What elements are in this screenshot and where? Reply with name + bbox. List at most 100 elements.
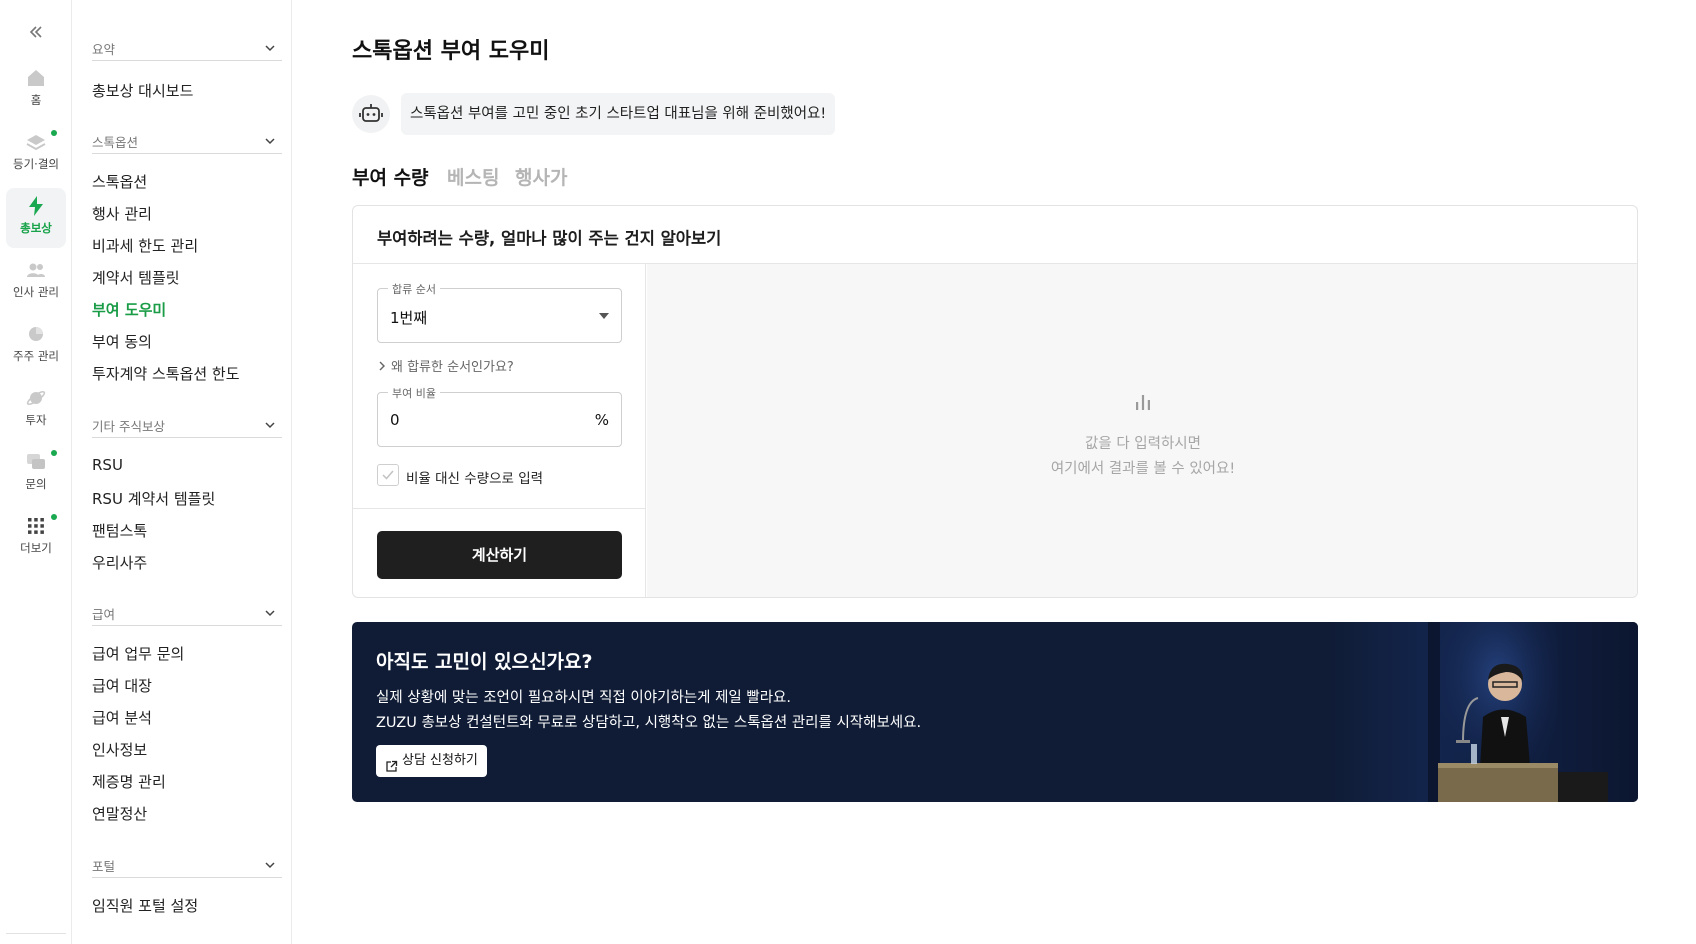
tab-grant-amount[interactable]: 부여 수량 xyxy=(352,163,429,190)
grant-ratio-input[interactable]: 부여 비율 0 % xyxy=(377,385,622,447)
sidebar-item-stock-option[interactable]: 스톡옵션 xyxy=(92,171,147,192)
sidebar-item-certificates[interactable]: 제증명 관리 xyxy=(92,771,166,792)
input-value: 0 xyxy=(390,411,400,429)
banner-text: 실제 상황에 맞는 조언이 필요하시면 직접 이야기하는게 제일 빨라요. xyxy=(376,690,791,706)
collapse-sidebar-icon[interactable] xyxy=(24,22,48,42)
sidebar-item-portal-settings[interactable]: 임직원 포털 설정 xyxy=(92,895,198,916)
chevron-down-icon xyxy=(264,604,276,617)
sidebar-item-payroll-ledger[interactable]: 급여 대장 xyxy=(92,675,152,696)
speaker-photo xyxy=(1328,622,1638,802)
checkbox[interactable] xyxy=(377,464,399,486)
why-join-order-link[interactable]: 왜 합류한 순서인가요? xyxy=(377,356,514,375)
section-header-stock-option[interactable]: 스톡옵션 xyxy=(92,126,282,154)
sidebar-item-tax-exempt-limit[interactable]: 비과세 한도 관리 xyxy=(92,235,198,256)
grid-icon xyxy=(24,514,48,538)
home-icon xyxy=(24,66,48,90)
layers-icon xyxy=(24,130,48,154)
section-title: 요약 xyxy=(92,42,116,57)
divider xyxy=(353,508,646,509)
grant-calculator-card: 부여하려는 수량, 얼마나 많이 주는 건지 알아보기 합류 순서 1번째 왜 … xyxy=(352,205,1638,598)
rail-label: 인사 관리 xyxy=(13,285,59,299)
notification-dot xyxy=(51,450,57,456)
rail-item-investment[interactable]: 투자 xyxy=(6,380,66,440)
rail-label: 주주 관리 xyxy=(13,349,59,363)
cut-off-content xyxy=(352,938,412,944)
section-title: 스톡옵션 xyxy=(92,135,139,150)
notification-dot xyxy=(51,130,57,136)
people-icon xyxy=(24,258,48,282)
consulting-banner: 아직도 고민이 있으신가요? 실제 상황에 맞는 조언이 필요하시면 직접 이야… xyxy=(352,622,1638,802)
divider xyxy=(6,933,66,934)
consult-request-button[interactable]: 상담 신청하기 xyxy=(376,745,487,777)
input-panel: 합류 순서 1번째 왜 합류한 순서인가요? 부여 비율 0 % 비율 대신 수… xyxy=(353,264,646,597)
sidebar-item-contract-template[interactable]: 계약서 템플릿 xyxy=(92,267,180,288)
bar-chart-icon xyxy=(1133,392,1153,412)
chevron-down-icon xyxy=(264,39,276,52)
sidebar-item-rsu[interactable]: RSU xyxy=(92,456,123,474)
rail-label: 총보상 xyxy=(20,221,52,235)
sidebar-item-payroll-analysis[interactable]: 급여 분석 xyxy=(92,707,152,728)
sidebar-item-investment-limit[interactable]: 투자계약 스톡옵션 한도 xyxy=(92,363,240,384)
sub-sidebar: 요약 총보상 대시보드 스톡옵션 스톡옵션 행사 관리 비과세 한도 관리 계약… xyxy=(72,0,292,944)
sidebar-item-grant-helper[interactable]: 부여 도우미 xyxy=(92,299,166,320)
join-order-select[interactable]: 합류 순서 1번째 xyxy=(377,281,622,343)
sidebar-item-payroll-inquiry[interactable]: 급여 업무 문의 xyxy=(92,643,184,664)
chevron-down-icon xyxy=(264,132,276,145)
calculate-button[interactable]: 계산하기 xyxy=(377,531,622,579)
icon-rail: 홈 등기·결의 총보상 인사 관리 주주 관리 투자 문의 더보기 xyxy=(0,0,72,944)
tab-vesting[interactable]: 베스팅 xyxy=(447,163,499,190)
select-value: 1번째 xyxy=(390,309,428,327)
percent-suffix: % xyxy=(594,411,609,429)
sidebar-item-esop[interactable]: 우리사주 xyxy=(92,552,147,573)
card-title: 부여하려는 수량, 얼마나 많이 주는 건지 알아보기 xyxy=(377,229,722,248)
external-link-icon xyxy=(385,754,398,772)
bot-message: 스톡옵션 부여를 고민 중인 초기 스타트업 대표님을 위해 준비했어요! xyxy=(401,93,836,135)
section-title: 급여 xyxy=(92,607,116,622)
link-label: 왜 합류한 순서인가요? xyxy=(391,360,514,375)
section-title: 기타 주식보상 xyxy=(92,419,165,434)
section-header-summary[interactable]: 요약 xyxy=(92,33,282,61)
rail-label: 등기·결의 xyxy=(13,157,59,171)
page-title: 스톡옵션 부여 도우미 xyxy=(352,39,550,64)
empty-state-text: 여기에서 결과를 볼 수 있어요! xyxy=(1050,461,1236,477)
result-panel: 값을 다 입력하시면 여기에서 결과를 볼 수 있어요! xyxy=(647,264,1637,597)
chevron-down-icon xyxy=(264,416,276,429)
notification-dot xyxy=(51,514,57,520)
banner-title: 아직도 고민이 있으신가요? xyxy=(376,651,593,673)
rail-item-inquiry[interactable]: 문의 xyxy=(6,444,66,504)
button-label: 상담 신청하기 xyxy=(402,753,478,768)
field-label: 합류 순서 xyxy=(388,281,440,297)
chevron-down-icon xyxy=(264,856,276,869)
section-header-payroll[interactable]: 급여 xyxy=(92,598,282,626)
rail-item-home[interactable]: 홈 xyxy=(6,60,66,120)
rail-item-compensation[interactable]: 총보상 xyxy=(6,188,66,248)
chat-icon xyxy=(24,450,48,474)
pie-icon xyxy=(24,322,48,346)
sidebar-item-year-end-tax[interactable]: 연말정산 xyxy=(92,803,147,824)
sidebar-item-hr-info[interactable]: 인사정보 xyxy=(92,739,147,760)
chevron-right-icon xyxy=(379,361,385,371)
section-header-portal[interactable]: 포털 xyxy=(92,850,282,878)
caret-down-icon xyxy=(599,313,609,319)
rail-item-more[interactable]: 더보기 xyxy=(6,508,66,568)
sidebar-item-grant-consent[interactable]: 부여 동의 xyxy=(92,331,152,352)
main-content: 스톡옵션 부여 도우미 스톡옵션 부여를 고민 중인 초기 스타트업 대표님을 … xyxy=(292,0,1696,944)
field-label: 부여 비율 xyxy=(388,385,440,401)
tab-exercise-price[interactable]: 행사가 xyxy=(515,163,567,190)
rail-label: 문의 xyxy=(25,477,47,491)
section-header-other-equity[interactable]: 기타 주식보상 xyxy=(92,410,282,438)
empty-state-text: 값을 다 입력하시면 xyxy=(1085,436,1201,452)
sidebar-item-exercise[interactable]: 행사 관리 xyxy=(92,203,152,224)
rail-item-hr[interactable]: 인사 관리 xyxy=(6,252,66,312)
checkbox-label: 비율 대신 수량으로 입력 xyxy=(406,471,544,487)
section-title: 포털 xyxy=(92,859,116,874)
sidebar-item-rsu-template[interactable]: RSU 계약서 템플릿 xyxy=(92,488,215,509)
sidebar-item-phantom-stock[interactable]: 팬텀스톡 xyxy=(92,520,147,541)
rail-item-registry[interactable]: 등기·결의 xyxy=(6,124,66,184)
planet-icon xyxy=(24,386,48,410)
sidebar-item-dashboard[interactable]: 총보상 대시보드 xyxy=(92,80,193,101)
rail-label: 투자 xyxy=(25,413,47,427)
bolt-icon xyxy=(24,194,48,218)
rail-item-shareholders[interactable]: 주주 관리 xyxy=(6,316,66,376)
bot-avatar xyxy=(352,95,390,133)
